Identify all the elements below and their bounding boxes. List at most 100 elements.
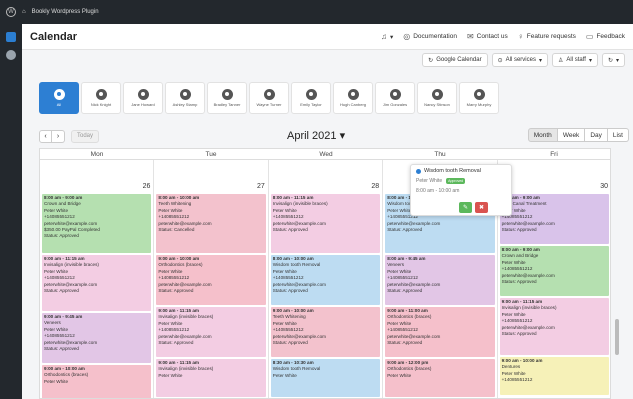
popover-actions: ✎ ✖	[459, 202, 488, 213]
event-detail: Status: Approved	[272, 227, 308, 233]
staff-item[interactable]: Marry Murphy	[459, 82, 499, 114]
documentation-label: Documentation	[413, 33, 457, 40]
day-cell[interactable]: 28 8:00 am - 11:15 am Invisalign (invisibl…	[269, 160, 384, 398]
appointment-event[interactable]: 8:00 am - 9:00 am Crown and Bridge Peter W…	[42, 194, 152, 253]
staff-item[interactable]: Ashley Stamp	[165, 82, 205, 114]
view-month-button[interactable]: Month	[527, 128, 558, 142]
wordpress-logo-icon[interactable]: W	[6, 7, 16, 17]
event-detail: Status: Approved	[158, 288, 194, 294]
google-calendar-button[interactable]: ↻ Google Calendar	[422, 53, 488, 67]
day-number: 28	[371, 183, 380, 190]
staff-item[interactable]: Emily Taylor	[291, 82, 331, 114]
user-avatar-icon	[221, 89, 233, 100]
appointment-event[interactable]: 9:00 am - 10:00 am Teeth Whitening Peter W…	[270, 307, 381, 357]
staff-item[interactable]: Jane Howard	[123, 82, 163, 114]
staff-name: Hugh Canberg	[339, 102, 367, 107]
staff-name: Ashley Stamp	[172, 102, 198, 107]
staff-all[interactable]: All	[39, 82, 79, 114]
next-button[interactable]: ›	[52, 129, 65, 143]
weekday-label: Fri	[550, 151, 558, 158]
home-icon[interactable]: ⌂	[22, 9, 26, 15]
edit-button[interactable]: ✎	[459, 202, 472, 213]
appointment-event[interactable]: 9:00 am - 11:00 am Orthodontics (braces) P…	[385, 307, 495, 357]
day-cell[interactable]: 30 8:00 am - 9:00 am Root Canal Treatment P…	[498, 160, 610, 398]
admin-topbar: W ⌂ Bookly Wordpress Plugin	[0, 0, 633, 24]
appointment-event[interactable]: 9:00 am - 10:00 am Orthodontics (braces) P…	[156, 255, 266, 305]
event-detail: Status: Approved	[501, 279, 537, 285]
site-name[interactable]: Bookly Wordpress Plugin	[32, 9, 99, 15]
weekday-label: Tue	[205, 151, 217, 158]
chevron-left-icon: ‹	[44, 132, 47, 140]
appointment-event[interactable]: 8:00 am - 9:00 am Crown and Bridge Peter W…	[499, 246, 609, 296]
services-icon: ⊙	[497, 57, 503, 64]
appointment-event[interactable]: 8:00 am - 10:00 amWisdom tooth RemovalPe…	[270, 255, 381, 305]
appointment-event[interactable]: 8:00 am - 10:00 am Teeth Whitening Peter W…	[156, 194, 266, 253]
appointment-event[interactable]: 8:30 am - 10:30 am Wisdom tooth Removal Pe…	[270, 359, 381, 397]
staff-icon: ♙	[557, 57, 564, 64]
feature-requests-button[interactable]: ♀ Feature requests	[518, 32, 576, 41]
staff-name: Emily Taylor	[300, 102, 322, 107]
chevron-down-icon: ▾	[615, 57, 619, 64]
users-icon	[53, 89, 65, 100]
appointment-event[interactable]: 9:00 am - 10:00 am Orthodontics (braces) P…	[42, 365, 152, 398]
lightbulb-icon: ♀	[517, 32, 524, 41]
feedback-button[interactable]: ▭ Feedback	[586, 32, 625, 41]
settings-gear-icon[interactable]	[6, 50, 16, 60]
appointment-event[interactable]: 9:00 am - 10:00 am Dentures Peter White +14…	[499, 357, 609, 395]
appointment-event[interactable]: 9:00 am - 11:15 am Invisalign (invisible …	[156, 359, 266, 397]
prev-button[interactable]: ‹	[39, 129, 52, 143]
chevron-right-icon: ›	[56, 132, 60, 140]
appointment-event[interactable]: 8:00 am - 9:00 am Root Canal Treatment Pet…	[499, 194, 609, 244]
appointment-event[interactable]: 8:00 am - 11:15 am Invisalign (invisible …	[270, 194, 381, 253]
view-week-button[interactable]: Week	[557, 128, 586, 142]
day-cell[interactable]: 27 8:00 am - 10:00 am Teeth Whitening Peter…	[154, 160, 269, 398]
event-detail: Status: Approved	[387, 227, 423, 233]
staff-filter[interactable]: ♙ All staff ▾	[551, 53, 598, 67]
event-detail: Peter White	[272, 372, 297, 378]
staff-name: Nick Knight	[90, 102, 112, 107]
month-title[interactable]: April 2021 ▾	[287, 129, 345, 142]
contact-icon: ✉	[466, 32, 474, 41]
appointment-event[interactable]: 9:00 am - 12:00 pm Orthodontics (braces) P…	[385, 359, 495, 397]
user-avatar-icon	[179, 89, 191, 100]
page-header: Calendar ♫ ▾ ◎ Documentation ✉ Contact u…	[22, 24, 633, 50]
appointment-event[interactable]: 8:00 am - 9:45 am Veneers Peter White +1408…	[385, 255, 495, 305]
appointment-event[interactable]: 9:00 am - 9:45 am Veneers Peter White +1408…	[42, 313, 152, 363]
documentation-button[interactable]: ◎ Documentation	[403, 32, 457, 41]
day-number: 30	[600, 183, 608, 190]
weekday-header: Mon Tue Wed Thu Fri	[40, 149, 610, 160]
services-filter[interactable]: ⊙ All services ▾	[491, 53, 548, 67]
appointment-event[interactable]: 9:00 am - 11:15 am Invisalign (invisible …	[42, 255, 152, 311]
notifications-button[interactable]: ♫ ▾	[381, 32, 393, 41]
staff-name: Wayne Turner	[256, 102, 282, 107]
staff-item[interactable]: Hugh Canberg	[333, 82, 373, 114]
view-day-button[interactable]: Day	[585, 128, 608, 142]
event-detail: Status: Approved	[272, 340, 308, 346]
today-button[interactable]: Today	[71, 129, 100, 143]
view-list-button[interactable]: List	[607, 128, 629, 142]
chevron-down-icon: ▾	[339, 130, 346, 142]
weekday-label: Thu	[434, 151, 446, 158]
day-cell[interactable]: 26 8:00 am - 9:00 am Crown and Bridge Peter…	[40, 160, 155, 398]
staff-item[interactable]: Wayne Turner	[249, 82, 289, 114]
user-avatar-icon	[263, 89, 275, 100]
bookly-menu-icon[interactable]	[6, 32, 16, 42]
event-detail: Status: Approved	[501, 331, 537, 337]
appointment-event[interactable]: 9:00 am - 11:15 am Invisalign (invisible …	[499, 298, 609, 355]
staff-filter-label: All staff	[566, 57, 586, 63]
popover-time: 8:00 am - 10:00 am	[416, 188, 460, 194]
contact-button[interactable]: ✉ Contact us	[467, 32, 508, 41]
delete-button[interactable]: ✖	[475, 202, 488, 213]
scrollbar[interactable]	[615, 319, 619, 355]
appointment-event[interactable]: 9:00 am - 11:15 am Invisalign (invisible …	[156, 307, 266, 357]
staff-item[interactable]: Bradley Tanner	[207, 82, 247, 114]
weekday-label: Wed	[319, 151, 333, 158]
feedback-icon: ▭	[585, 32, 594, 41]
refresh-button[interactable]: ↻ ▾	[601, 53, 625, 67]
bookly-app: Calendar ♫ ▾ ◎ Documentation ✉ Contact u…	[22, 24, 633, 399]
event-detail: Peter White	[44, 378, 68, 384]
staff-item[interactable]: Nick Knight	[81, 82, 121, 114]
staff-selector: All Nick Knight Jane Howard Ashley Stamp…	[39, 82, 499, 114]
staff-item[interactable]: Nancy Stinson	[417, 82, 457, 114]
staff-item[interactable]: Jim Gonzales	[375, 82, 415, 114]
